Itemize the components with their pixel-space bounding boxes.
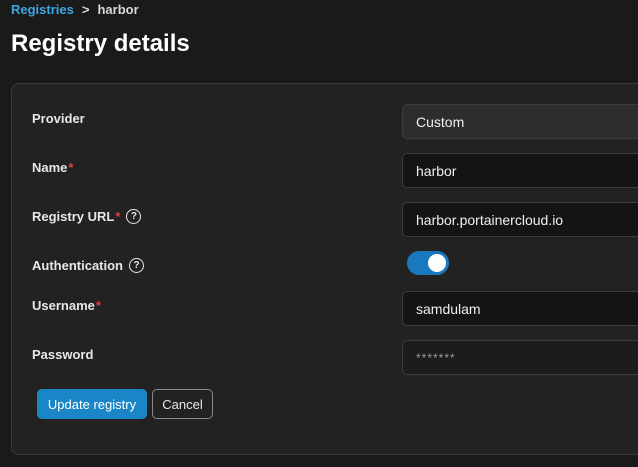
breadcrumb-registries-link[interactable]: Registries	[11, 2, 74, 17]
password-input-value: *******	[416, 350, 456, 365]
username-input-value: samdulam	[416, 300, 481, 317]
authentication-label: Authentication ?	[32, 258, 402, 273]
registry-url-label: Registry URL * ?	[32, 209, 402, 224]
help-circle-icon[interactable]: ?	[129, 258, 144, 273]
required-asterisk: *	[68, 160, 74, 175]
registry-url-input-value: harbor.portainercloud.io	[416, 211, 564, 228]
username-label: Username *	[32, 298, 101, 313]
breadcrumb-current: harbor	[97, 2, 139, 17]
update-registry-button[interactable]: Update registry	[37, 389, 147, 419]
page-title: Registry details	[11, 30, 190, 57]
authentication-row: Authentication ?	[32, 258, 638, 273]
registry-details-card: Provider Custom Name * harbor Registry U…	[11, 83, 638, 455]
breadcrumb: Registries > harbor	[11, 2, 139, 17]
name-input-value: harbor	[416, 162, 457, 179]
help-circle-icon[interactable]: ?	[126, 209, 142, 224]
name-label: Name *	[32, 160, 74, 175]
toggle-knob	[428, 254, 446, 272]
provider-label: Provider	[32, 111, 85, 126]
password-label: Password	[32, 347, 94, 362]
registry-url-input[interactable]: harbor.portainercloud.io	[402, 202, 638, 237]
cancel-button[interactable]: Cancel	[152, 389, 213, 419]
username-input[interactable]: samdulam	[402, 291, 638, 326]
authentication-toggle[interactable]	[407, 251, 449, 275]
provider-select[interactable]: Custom	[402, 104, 638, 139]
required-asterisk: *	[115, 209, 121, 224]
required-asterisk: *	[95, 298, 101, 313]
provider-select-value: Custom	[416, 113, 465, 130]
password-input[interactable]: *******	[402, 340, 638, 375]
name-input[interactable]: harbor	[402, 153, 638, 188]
breadcrumb-separator: >	[81, 2, 90, 17]
